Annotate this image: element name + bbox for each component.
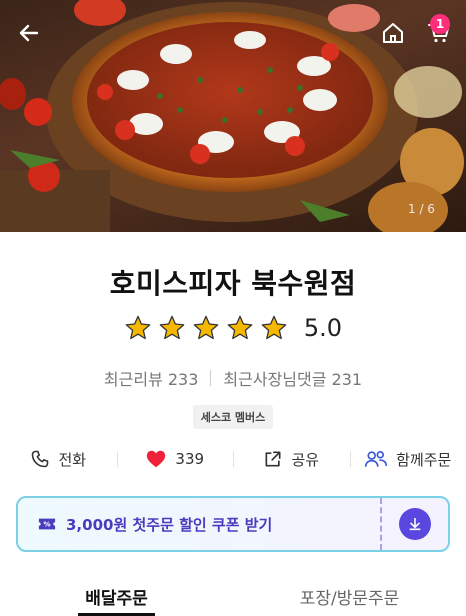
share-label: 공유	[291, 450, 320, 469]
hero-image[interactable]: 1 1 / 6	[0, 0, 466, 232]
cesco-members-badge: 세스코 멤버스	[192, 405, 274, 429]
coupon-body[interactable]: % 3,000원 첫주문 할인 쿠폰 받기	[18, 498, 380, 550]
store-name: 호미스피자 북수원점	[109, 267, 357, 300]
share-icon	[265, 451, 281, 467]
first-order-coupon[interactable]: % 3,000원 첫주문 할인 쿠폰 받기	[16, 496, 450, 552]
svg-text:%: %	[43, 520, 50, 529]
image-pager: 1 / 6	[408, 202, 435, 216]
group-order-button[interactable]: 함께주문	[349, 444, 466, 474]
tab-delivery[interactable]: 배달주문	[0, 580, 233, 616]
back-button[interactable]	[14, 18, 44, 48]
stats-divider	[210, 370, 212, 386]
home-button[interactable]	[378, 18, 408, 48]
group-order-label: 함께주문	[396, 450, 452, 469]
share-button[interactable]: 공유	[233, 444, 350, 474]
back-arrow-icon	[19, 24, 39, 42]
store-actions: 전화 339 공유 함께주문	[0, 444, 466, 474]
order-type-tabs: 배달주문 포장/방문주문	[0, 580, 466, 616]
recent-reviews-link[interactable]: 최근리뷰 233	[104, 366, 199, 390]
like-button[interactable]: 339	[116, 444, 234, 474]
coupon-download-button[interactable]	[382, 498, 448, 550]
star-icon	[125, 315, 151, 340]
heart-icon	[147, 450, 166, 468]
star-icon	[261, 315, 287, 340]
call-label: 전화	[58, 450, 87, 469]
owner-replies-link[interactable]: 최근사장님댓글 231	[223, 366, 362, 390]
like-count: 339	[175, 450, 205, 468]
star-icon	[193, 315, 219, 340]
coupon-ticket-icon: %	[38, 518, 56, 530]
home-icon	[383, 23, 403, 43]
tab-pickup[interactable]: 포장/방문주문	[233, 580, 466, 616]
star-icon	[227, 315, 253, 340]
group-users-icon	[365, 450, 388, 467]
call-button[interactable]: 전화	[0, 444, 117, 474]
rating-value: 5.0	[303, 314, 343, 342]
phone-icon	[32, 450, 49, 468]
cart-count-badge: 1	[430, 14, 450, 34]
download-icon	[409, 517, 421, 531]
review-stats: 최근리뷰 233 최근사장님댓글 231	[0, 366, 466, 390]
rating-row[interactable]: 5.0	[0, 314, 466, 342]
star-icon	[159, 315, 185, 340]
coupon-text: 3,000원 첫주문 할인 쿠폰 받기	[66, 515, 273, 534]
